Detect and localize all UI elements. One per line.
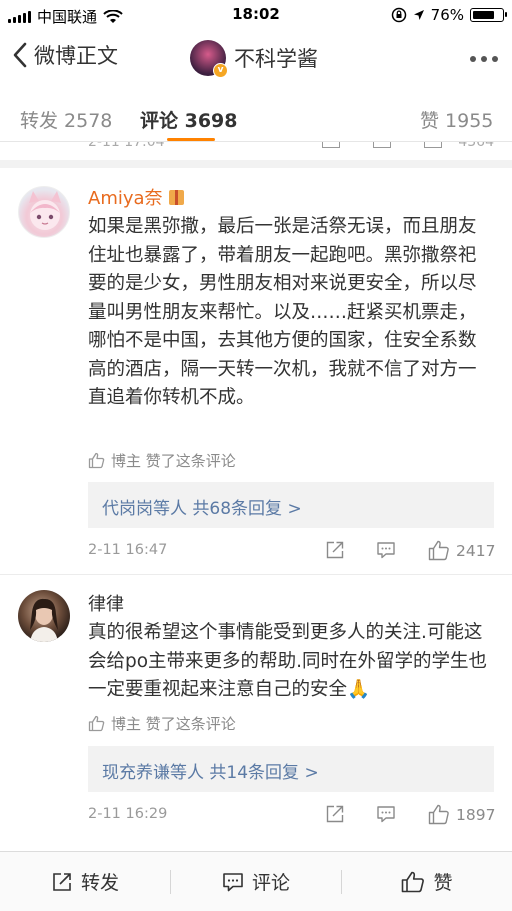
bottom-toolbar: 转发 评论 赞 bbox=[0, 851, 512, 911]
battery-percent: 76% bbox=[430, 6, 464, 24]
status-bar: 中国联通 18:02 76% bbox=[0, 0, 512, 30]
comment-button[interactable]: 评论 bbox=[171, 852, 341, 911]
rotation-lock-icon bbox=[391, 7, 406, 23]
verified-badge-icon: v bbox=[213, 63, 228, 78]
replies-summary[interactable]: 代岗岗等人 共68条回复 > bbox=[88, 482, 494, 528]
author-liked-text: 博主 赞了这条评论 bbox=[111, 715, 236, 733]
tab-likes[interactable]: 赞 1955 bbox=[420, 106, 493, 133]
anime-avatar-icon bbox=[29, 191, 61, 230]
avatar[interactable] bbox=[18, 590, 70, 642]
author-liked-row: 博主 赞了这条评论 bbox=[88, 713, 236, 734]
account-header[interactable]: v 不科学酱 bbox=[190, 40, 318, 78]
reply-icon[interactable] bbox=[376, 540, 396, 560]
like-button[interactable]: 1897 bbox=[428, 804, 495, 825]
location-icon bbox=[413, 10, 424, 20]
reply-icon[interactable] bbox=[376, 804, 396, 824]
repost-icon bbox=[53, 872, 71, 891]
comment-divider bbox=[0, 574, 512, 575]
back-label: 微博正文 bbox=[34, 44, 118, 68]
share-icon[interactable] bbox=[322, 142, 340, 148]
like-post-button[interactable]: 赞 bbox=[342, 852, 512, 911]
gift-icon bbox=[168, 190, 184, 205]
like-count: 2417 bbox=[456, 541, 496, 560]
more-icon[interactable] bbox=[470, 56, 498, 62]
author-liked-text: 博主 赞了这条评论 bbox=[111, 452, 236, 470]
active-tab-indicator bbox=[167, 138, 215, 141]
thumbs-up-icon bbox=[88, 452, 105, 469]
comment-username[interactable]: 律律 bbox=[88, 590, 124, 616]
battery-icon bbox=[470, 8, 507, 22]
like-count: 1897 bbox=[456, 805, 496, 824]
tab-repost[interactable]: 转发 2578 bbox=[20, 106, 112, 133]
thumbs-up-icon bbox=[402, 871, 425, 892]
thumbs-up-icon bbox=[88, 715, 105, 732]
comment-label: 评论 bbox=[251, 872, 290, 894]
comment-date: 2-11 17:04 bbox=[88, 142, 165, 150]
comment-icon bbox=[223, 872, 243, 891]
photo-avatar-icon bbox=[30, 598, 58, 642]
like-button[interactable]: 2417 bbox=[428, 540, 495, 561]
back-button[interactable]: 微博正文 bbox=[12, 40, 118, 70]
account-avatar[interactable]: v bbox=[190, 40, 228, 78]
comment-footer: 2-11 16:29 1897 bbox=[0, 804, 512, 828]
comment-date: 2-11 16:47 bbox=[88, 542, 168, 558]
comment-item: Amiya奈 如果是黑弥撒，最后一张是活祭无误，而且朋友住址也暴露了，带着朋友一… bbox=[0, 168, 512, 572]
replies-summary[interactable]: 现充养谦等人 共14条回复 > bbox=[88, 746, 494, 792]
chevron-left-icon bbox=[13, 42, 27, 68]
like-label: 赞 bbox=[433, 872, 453, 894]
share-icon[interactable] bbox=[325, 540, 345, 560]
account-name: 不科学酱 bbox=[234, 47, 318, 71]
like-count: 4364 bbox=[458, 142, 494, 150]
comment-text: 真的很希望这个事情能受到更多人的关注.可能这会给po主带来更多的帮助.同时在外留… bbox=[88, 622, 487, 700]
previous-comment-footer: 2-11 17:04 4364 bbox=[0, 142, 512, 168]
avatar[interactable] bbox=[18, 186, 70, 238]
comment-item: 律律 真的很希望这个事情能受到更多人的关注.可能这会给po主带来更多的帮助.同时… bbox=[0, 576, 512, 846]
author-liked-row: 博主 赞了这条评论 bbox=[88, 450, 236, 471]
comment-footer: 2-11 16:47 2417 bbox=[0, 540, 512, 564]
tab-bar: 转发 2578 评论 3698 赞 1955 bbox=[0, 86, 512, 142]
repost-label: 转发 bbox=[80, 872, 119, 894]
share-icon[interactable] bbox=[325, 804, 345, 824]
reply-icon[interactable] bbox=[373, 142, 391, 148]
comment-date: 2-11 16:29 bbox=[88, 806, 168, 822]
like-icon[interactable] bbox=[424, 142, 442, 148]
repost-button[interactable]: 转发 bbox=[0, 852, 170, 911]
nav-bar: 微博正文 v 不科学酱 bbox=[0, 30, 512, 86]
comment-username[interactable]: Amiya奈 bbox=[88, 184, 184, 210]
thumbs-up-icon bbox=[428, 540, 449, 561]
tab-comments[interactable]: 评论 3698 bbox=[140, 106, 238, 133]
comment-text: 如果是黑弥撒，最后一张是活祭无误，而且朋友住址也暴露了，带着朋友一起跑吧。黑弥撒… bbox=[88, 216, 477, 408]
thumbs-up-icon bbox=[428, 804, 449, 825]
